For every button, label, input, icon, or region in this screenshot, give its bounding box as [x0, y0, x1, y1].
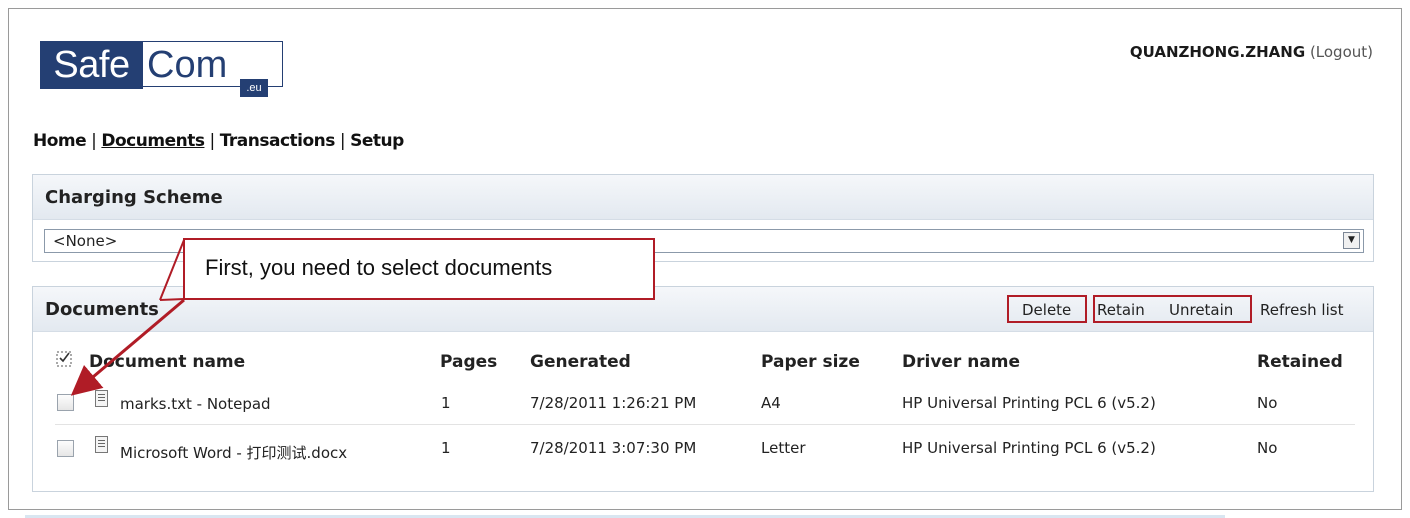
callout-arrow-icon	[70, 239, 185, 396]
